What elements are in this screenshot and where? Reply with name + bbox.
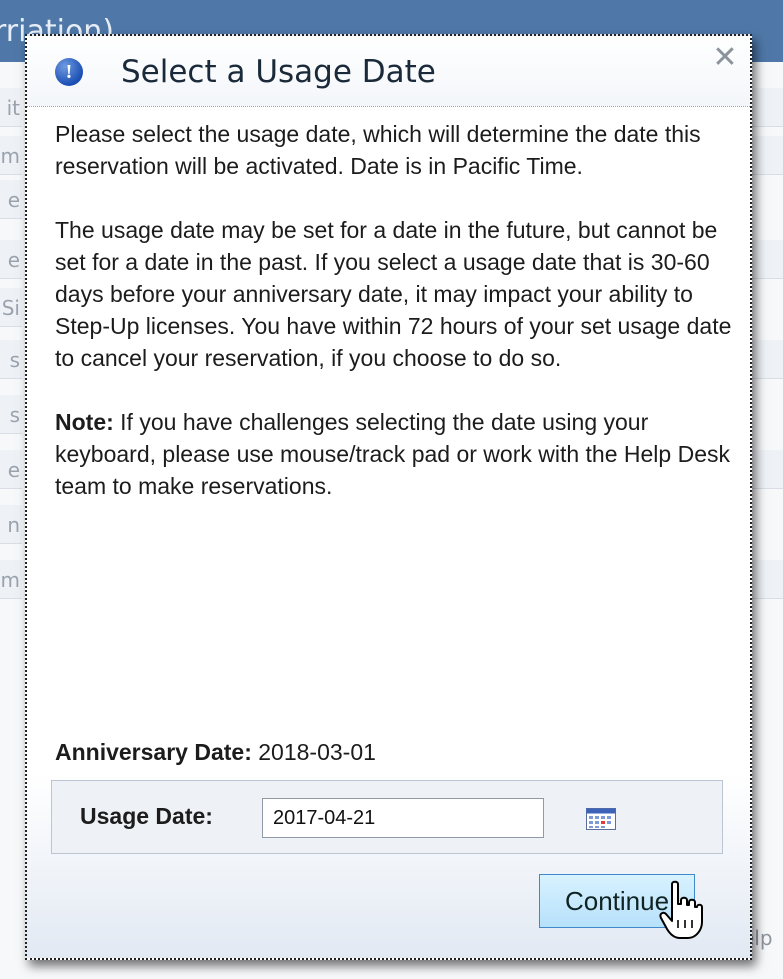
background-row: e — [0, 180, 22, 219]
background-row: Si — [0, 288, 22, 327]
background-row — [752, 340, 783, 379]
background-row — [752, 136, 783, 175]
background-row: m — [0, 136, 22, 175]
anniversary-value: 2018-03-01 — [258, 739, 376, 765]
background-row: s — [0, 395, 22, 434]
calendar-icon[interactable] — [586, 808, 616, 830]
background-row — [752, 240, 783, 279]
background-row — [752, 88, 783, 127]
info-icon: ! — [55, 58, 83, 86]
anniversary-label: Anniversary Date: — [55, 739, 252, 765]
background-row — [752, 450, 783, 489]
anniversary-date: Anniversary Date: 2018-03-01 — [55, 736, 376, 768]
background-row: s — [0, 340, 22, 379]
hand-cursor-icon — [659, 880, 703, 939]
background-row: it — [0, 88, 22, 127]
background-row: m — [0, 560, 22, 599]
dialog-body: Please select the usage date, which will… — [55, 118, 747, 534]
dialog-title-bar[interactable]: ! Select a Usage Date ✕ — [27, 36, 750, 107]
usage-date-row: Usage Date: — [51, 780, 723, 854]
note-label: Note: — [55, 409, 114, 435]
background-row — [752, 560, 783, 599]
dialog-title: Select a Usage Date — [121, 54, 436, 90]
background-row: e — [0, 240, 22, 279]
close-icon[interactable]: ✕ — [711, 43, 739, 73]
policy-paragraph: The usage date may be set for a date in … — [55, 217, 732, 371]
usage-date-dialog: ! Select a Usage Date ✕ Please select th… — [25, 34, 752, 960]
usage-date-label: Usage Date: — [80, 803, 213, 829]
background-row: n — [0, 505, 22, 544]
note-paragraph: Note: If you have challenges selecting t… — [55, 406, 747, 502]
note-text: If you have challenges selecting the dat… — [55, 409, 730, 499]
usage-date-input[interactable] — [262, 798, 544, 838]
background-row: e — [0, 450, 22, 489]
intro-paragraph: Please select the usage date, which will… — [55, 121, 701, 179]
